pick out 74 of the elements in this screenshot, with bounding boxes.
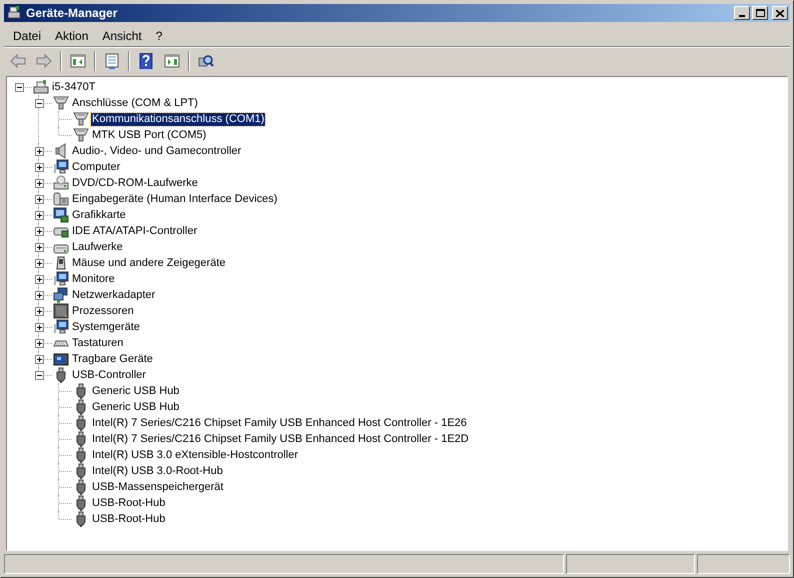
tree-item[interactable]: Systemgeräte [71,320,141,334]
tree-item[interactable]: DVD/CD-ROM-Laufwerke [71,176,199,190]
expand-toggle[interactable] [34,290,44,300]
tree-item[interactable]: i5-3470T [51,80,96,94]
monitor-icon [53,271,69,287]
portable-device-icon [53,351,69,367]
tree-item[interactable]: Kommunikationsanschluss (COM1) [91,112,266,126]
tree-item[interactable]: Laufwerke [71,240,124,254]
tree-item[interactable]: Eingabegeräte (Human Interface Devices) [71,192,278,206]
menu-item[interactable]: Datei [6,26,48,44]
monitor-icon [53,319,69,335]
expand-toggle[interactable] [34,354,44,364]
expand-toggle[interactable] [34,322,44,332]
display-adapter-icon [53,207,69,223]
right-arrow-icon [36,52,52,68]
tree-item[interactable]: Netzwerkadapter [71,288,156,302]
tree-item[interactable]: Prozessoren [71,304,135,318]
menu-item[interactable]: Ansicht [95,26,149,44]
expand-toggle[interactable] [34,338,44,348]
tree-item[interactable]: Anschlüsse (COM & LPT) [71,96,199,110]
menu-item[interactable]: ? [148,26,170,44]
tree-item[interactable]: Intel(R) 7 Series/C216 Chipset Family USB Enhanced Host Controller - 1E2D [91,432,470,446]
tree-item[interactable]: USB-Root-Hub [91,496,166,510]
tree-item[interactable]: Intel(R) 7 Series/C216 Chipset Family USB Enhanced Host Controller - 1E26 [91,416,468,430]
chip-icon [53,303,69,319]
expand-toggle[interactable] [34,242,44,252]
collapse-toggle[interactable] [34,370,44,380]
computer-icon [6,5,22,21]
tree-item[interactable]: Tragbare Geräte [71,352,154,366]
maximize-button[interactable] [752,6,768,20]
menu-item[interactable]: Aktion [48,26,96,44]
minimize-icon [739,15,745,17]
tree-item[interactable]: USB-Controller [71,368,147,382]
input-devices-icon [53,191,69,207]
tree-item[interactable]: USB-Root-Hub [91,512,166,526]
close-button[interactable] [772,6,788,20]
tree-item[interactable]: USB-Massenspeichergerät [91,480,224,494]
tree-item[interactable]: Generic USB Hub [91,384,180,398]
expand-toggle[interactable] [34,258,44,268]
magnifier-icon [198,52,214,68]
tree-item[interactable]: Intel(R) USB 3.0-Root-Hub [91,464,224,478]
tree-item[interactable]: Mäuse und andere Zeigegeräte [71,256,226,270]
expand-toggle[interactable] [34,162,44,172]
tree-item[interactable]: MTK USB Port (COM5) [91,128,208,142]
tree-item[interactable]: Grafikkarte [71,208,127,222]
left-arrow-icon [10,52,26,68]
expand-toggle[interactable] [34,226,44,236]
tree-item[interactable]: Intel(R) USB 3.0 eXtensible-Hostcontroller [91,448,300,462]
maximize-icon [756,9,764,17]
computer-icon [33,79,49,95]
expand-toggle[interactable] [34,210,44,220]
close-icon [776,10,784,16]
expand-toggle[interactable] [34,146,44,156]
tree-item[interactable]: Tastaturen [71,336,124,350]
serial-port-icon [73,111,89,127]
expand-toggle[interactable] [34,274,44,284]
help-icon [138,52,154,68]
tree-item[interactable]: IDE ATA/ATAPI-Controller [71,224,198,238]
tree-item[interactable]: Generic USB Hub [91,400,180,414]
tree-item[interactable]: Computer [71,160,122,174]
monitor-icon [53,159,69,175]
minimize-button[interactable] [734,6,750,20]
expand-toggle[interactable] [34,306,44,316]
window-panes-icon [164,52,180,68]
tree-item[interactable]: Audio-, Video- und Gamecontroller [71,144,242,158]
collapse-toggle[interactable] [14,82,24,92]
document-icon [104,52,120,68]
expand-toggle[interactable] [34,178,44,188]
window-panes-icon [70,52,86,68]
network-icon [53,287,69,303]
tree-item[interactable]: Monitore [71,272,116,286]
window-title: Geräte-Manager [26,5,118,22]
expand-toggle[interactable] [34,194,44,204]
collapse-toggle[interactable] [34,98,44,108]
